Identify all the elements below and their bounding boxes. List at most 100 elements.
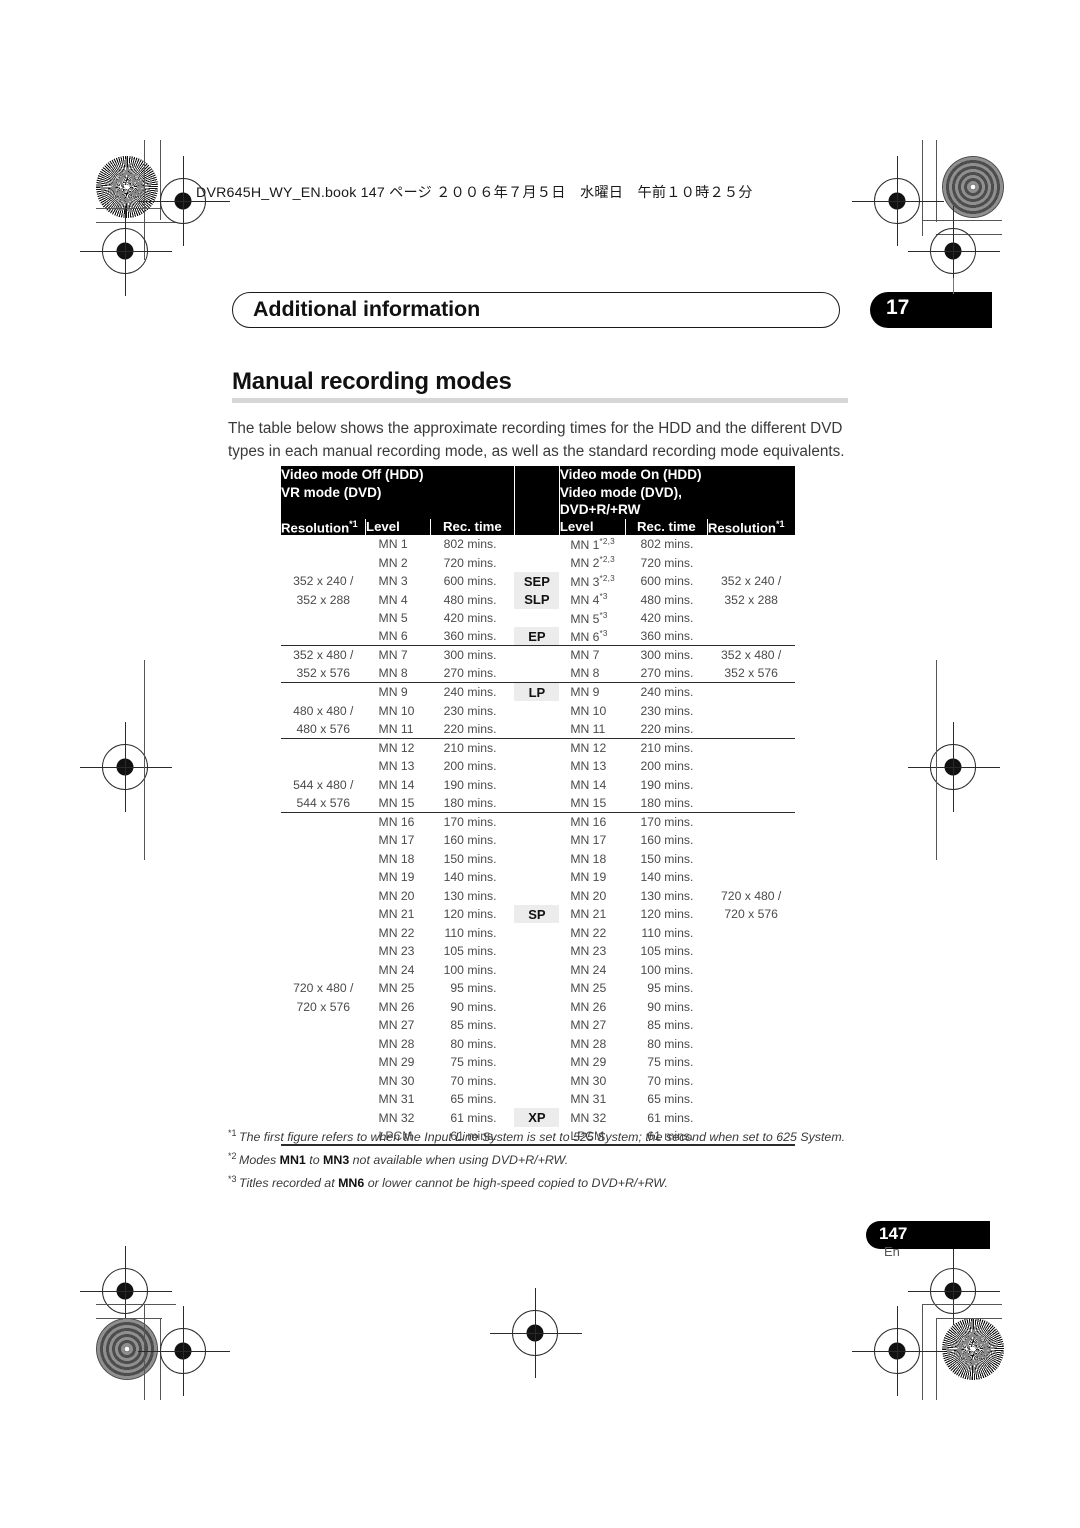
cell-resolution-left (281, 1034, 366, 1053)
cell-level-left: MN 9 (365, 682, 431, 702)
table-row: MN 16 170 mins. MN 16 170 mins. (281, 811, 795, 831)
cell-resolution-left: 720 x 480 / (293, 981, 354, 996)
cell-resolution-right (707, 942, 795, 961)
footnotes-block: *1 The first figure refers to when the I… (228, 1124, 868, 1193)
cell-level-left: MN 6 (378, 629, 408, 644)
cell-rectime-right: 240 mins. (625, 682, 708, 702)
cell-standard-mode-empty (514, 609, 559, 628)
table-row: 544 x 480 / MN 14 190 mins. MN 14 190 mins. (281, 775, 795, 794)
table-row: MN 24 100 mins. MN 24 100 mins. (281, 960, 795, 979)
crop-line (922, 1304, 924, 1400)
cell-rectime-right: 210 mins. (625, 737, 708, 757)
cell-rectime-right: 270 mins. (640, 666, 694, 681)
cell-resolution-right (707, 553, 795, 572)
cell-rectime-left: 130 mins. (443, 888, 497, 903)
recording-modes-table: Video mode Off (HDD) VR mode (DVD) Video… (281, 466, 795, 1147)
cell-level-right: MN 5*3 (570, 610, 608, 626)
crop-line (182, 156, 184, 246)
book-reference-line: DVR645H_WY_EN.book 147 ページ ２００６年７月５日 水曜日… (196, 185, 753, 201)
cell-level-left: MN 31 (378, 1092, 415, 1107)
col-header-standard-mode (514, 518, 560, 535)
footnote-marker: *2 (228, 1151, 240, 1162)
table-row: MN 28 80 mins. MN 28 80 mins. (281, 1034, 795, 1053)
cell-standard-mode-empty (514, 645, 560, 665)
footnote-ref: *2,3 (599, 536, 615, 546)
cell-rectime-left: 140 mins. (443, 870, 497, 885)
cell-level-left: MN 2 (378, 555, 408, 570)
cell-level-left: MN 11 (378, 721, 414, 736)
col-header-resolution-left: Resolution*1 (281, 518, 367, 535)
table-row: MN 22 110 mins. MN 22 110 mins. (281, 923, 795, 942)
cell-level-left: MN 27 (378, 1018, 415, 1033)
cell-resolution-right (707, 1071, 795, 1090)
cell-rectime-left: 75 mins. (450, 1055, 497, 1070)
table-group-header-row: Video mode Off (HDD) VR mode (DVD) Video… (281, 466, 795, 519)
crop-line (138, 1350, 230, 1352)
cell-standard-mode-empty (514, 1016, 559, 1035)
cell-level-left: MN 25 (378, 981, 415, 996)
table-row: MN 6 360 mins. EP MN 6*3 360 mins. (281, 627, 795, 646)
cell-rectime-left: 95 mins. (450, 981, 497, 996)
table-row: 352 x 480 /MN 7 300 mins. MN 7 300 mins. 352… (281, 645, 795, 665)
cell-level-right: MN 17 (570, 833, 607, 848)
cell-rectime-right: 802 mins. (640, 537, 694, 552)
chapter-number: 17 (886, 296, 910, 319)
page-number: 147 (879, 1224, 908, 1243)
footnote-item: *3 Titles recorded at MN6 or lower canno… (228, 1170, 868, 1193)
cell-resolution-right: 720 x 576 (724, 907, 778, 922)
cell-rectime-left: 90 mins. (450, 999, 497, 1014)
cell-resolution-left: 352 x 576 (296, 666, 351, 681)
cell-rectime-right: 110 mins. (641, 925, 694, 940)
table-row: 720 x 480 / MN 25 95 mins. MN 25 95 mins. (281, 979, 795, 998)
crop-line (124, 206, 126, 296)
cell-level-right: MN 20 (570, 888, 607, 903)
margin-tick (953, 278, 955, 294)
cell-level-right: MN 23 (570, 944, 607, 959)
table-row: 352 x 288 MN 4 480 mins. SLP MN 4*3 480 mins.… (281, 590, 795, 609)
cell-resolution-right (707, 997, 795, 1016)
cell-level-right: MN 4*3 (570, 592, 608, 608)
table-row: MN 19 140 mins. MN 19 140 mins. (281, 868, 795, 887)
cell-rectime-right: 95 mins. (647, 981, 694, 996)
col-header-level-right: Level (559, 518, 626, 535)
footnote-ref: *2,3 (599, 555, 615, 565)
cell-rectime-right: 190 mins. (640, 777, 694, 792)
cell-resolution-left: 352 x 480 / (281, 645, 366, 665)
footnote-ref: *3 (599, 592, 608, 602)
crop-line (952, 722, 954, 812)
cell-level-left: MN 24 (378, 962, 415, 977)
crop-line (144, 1304, 146, 1400)
section-divider (232, 398, 848, 403)
cell-resolution-left (281, 811, 366, 831)
group-header-right: Video mode On (HDD) Video mode (DVD), DV… (559, 466, 795, 519)
cell-rectime-right: 100 mins. (640, 962, 694, 977)
cell-rectime-right: 75 mins. (647, 1055, 694, 1070)
cell-rectime-left: 160 mins. (443, 833, 497, 848)
cell-rectime-left: 802 mins. (443, 537, 497, 552)
footnote-ref: *3 (599, 628, 608, 638)
cell-rectime-left: 170 mins. (430, 811, 515, 831)
group-header-spacer (514, 466, 560, 519)
cell-rectime-right: 360 mins. (640, 629, 694, 644)
cell-level-left: MN 4 (378, 592, 408, 607)
footnote-text: Titles recorded at MN6 or lower cannot b… (239, 1176, 668, 1191)
footnote-text: The first figure refers to when the Inpu… (239, 1130, 846, 1145)
crop-line (124, 722, 126, 812)
cell-rectime-left: 180 mins. (443, 795, 497, 810)
cell-level-left: MN 19 (378, 870, 415, 885)
cell-resolution-right (707, 720, 795, 739)
cell-standard-mode-empty (514, 794, 559, 813)
cell-standard-mode-empty (514, 1090, 559, 1109)
cell-level-right: MN 28 (570, 1036, 607, 1051)
crop-line (80, 1290, 172, 1292)
cell-rectime-left: 300 mins. (430, 645, 515, 665)
cell-rectime-right: 200 mins. (640, 759, 694, 774)
table-row: MN 12 210 mins. MN 12 210 mins. (281, 737, 795, 757)
crop-line (852, 1350, 944, 1352)
cell-rectime-left: 85 mins. (450, 1018, 497, 1033)
table-row: MN 30 70 mins. MN 30 70 mins. (281, 1071, 795, 1090)
cell-resolution-right: 352 x 480 / (707, 645, 795, 665)
group-header-left: Video mode Off (HDD) VR mode (DVD) (281, 466, 515, 519)
cell-resolution-right (707, 535, 795, 554)
table-column-header-row: Resolution*1 Level Rec. time Level Rec. … (281, 518, 795, 535)
